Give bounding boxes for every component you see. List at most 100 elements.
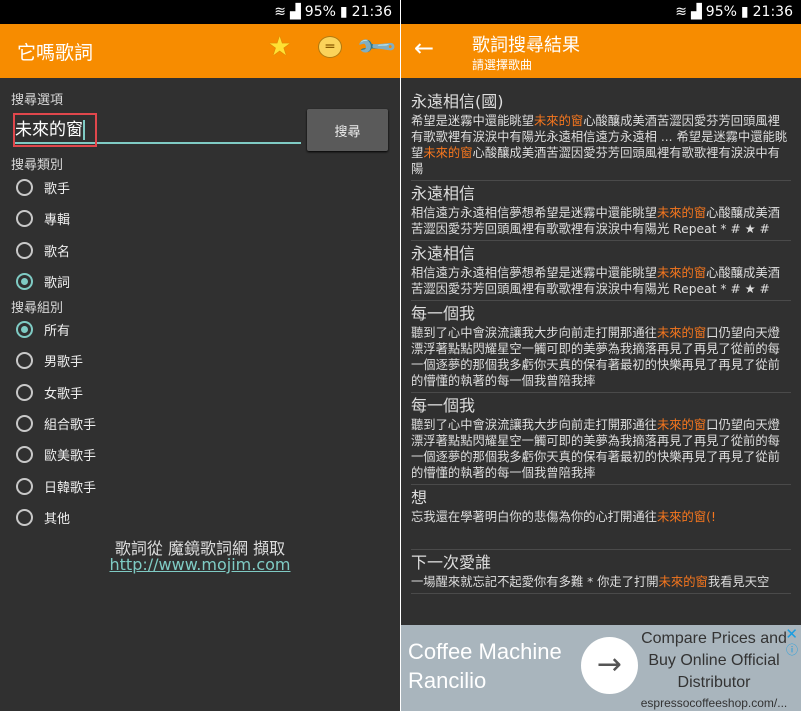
battery-icon: ▮ [339,4,348,20]
snippet-text: 希望是迷霧中還能眺望 [411,114,534,128]
snippet-text: 相信遠方永遠相信夢想希望是迷霧中還能眺望 [411,206,657,220]
radio-cats-3[interactable]: 歌詞 [16,272,70,291]
radio-label: 女歌手 [44,386,84,402]
result-item[interactable]: 永遠相信(國) 希望是迷霧中還能眺望未來的窗心酸釀成美酒苦澀因愛芬芳回頭風裡有歌歌… [411,89,791,181]
radio-label: 男歌手 [44,355,84,371]
radio-circle-icon [16,383,33,401]
radio-label: 歌名 [44,244,71,260]
result-item[interactable]: 想忘我還在學著明白你的悲傷為你的心打開通往未來的窗(! [411,485,791,550]
match-highlight: 未來的窗 [656,326,707,340]
radio-circle-icon [16,241,33,259]
radio-circle-icon [16,272,33,290]
radio-label: 所有 [44,324,71,339]
snippet-text: 聽到了心中會淚流讓我大步向前走打開那通往 [411,326,657,340]
radio-label: 歌詞 [44,275,71,291]
clock: 21:36 [752,4,793,20]
snippet-text: 我看見天空 [707,575,770,589]
radio-label: 歐美歌手 [44,449,97,465]
app-bar: ← 歌詞搜尋結果 請選擇歌曲 [401,24,801,78]
song-title: 每一個我 [411,304,476,323]
radio-cats-1[interactable]: 專輯 [16,209,70,228]
radio-label: 其他 [44,511,71,527]
result-item[interactable]: 每一個我 聽到了心中會淚流讓我大步向前走打開那通往未來的窗口仍望向天燈漂浮著點點閃… [411,393,791,485]
chat-icon[interactable]: ═ [318,36,342,58]
match-highlight: 未來的窗 [656,206,707,220]
wifi-icon: ≋ [274,4,287,20]
radio-cats-0[interactable]: 歌手 [16,178,70,197]
ad-headline: Coffee Machine Rancilio [408,639,562,693]
page-title: 歌詞搜尋結果 [472,35,580,56]
signal-icon: ▟ [290,4,301,20]
match-highlight: 未來的窗 [533,114,584,128]
match-highlight: 未來的窗 [656,418,707,432]
song-title: 每一個我 [411,396,476,415]
radio-label: 歌手 [44,182,71,197]
lyrics-snippet: 一場醒來就忘記不起愛你有多難 * 你走了打開未來的窗我看見天空 [411,574,791,590]
arrow-right-icon[interactable]: → [581,637,638,694]
radio-circle-icon [16,477,33,495]
info-icon[interactable]: ⓘ [786,641,798,658]
ad-banner[interactable]: Coffee Machine Rancilio → Compare Prices… [401,625,801,711]
radio-groups-1[interactable]: 男歌手 [16,351,83,370]
group-label: 搜尋組別 [11,301,64,316]
result-item[interactable]: 永遠相信相信遠方永遠相信夢想希望是迷霧中還能眺望未來的窗心酸釀成美酒苦澀因愛芬芳… [411,181,791,241]
radio-groups-5[interactable]: 日韓歌手 [16,477,96,496]
radio-circle-icon [16,210,33,228]
lyrics-snippet: 相信遠方永遠相信夢想希望是迷霧中還能眺望未來的窗心酸釀成美酒苦澀因愛芬芳回頭風裡… [411,265,791,297]
search-button[interactable]: 搜尋 [307,109,388,151]
radio-circle-icon [16,414,33,432]
lyrics-snippet: 忘我還在學著明白你的悲傷為你的心打開通往未來的窗(! [411,509,791,525]
search-screen: ≋ ▟ 95% ▮ 21:36 它嗎歌詞 ★ ═ 🔧 搜尋選項 未來的窗 搜尋 … [0,0,400,711]
category-label: 搜尋類別 [11,158,64,173]
app-title: 它嗎歌詞 [17,42,94,64]
radio-cats-2[interactable]: 歌名 [16,241,70,260]
page-subtitle: 請選擇歌曲 [472,58,533,72]
song-title: 永遠相信 [411,184,476,203]
radio-circle-icon [16,446,33,464]
radio-groups-0[interactable]: 所有 [16,320,70,339]
back-arrow-icon[interactable]: ← [414,34,434,62]
song-title: 永遠相信 [411,244,476,263]
match-highlight: 未來的窗 [423,146,473,160]
status-bar: ≋ ▟ 95% ▮ 21:36 [0,0,400,24]
radio-circle-icon [16,179,33,196]
snippet-text: 一場醒來就忘記不起愛你有多難 * 你走了打開 [411,575,659,589]
wifi-icon: ≋ [675,4,688,20]
lyrics-snippet: 聽到了心中會淚流讓我大步向前走打開那通往未來的窗口仍望向天燈漂浮著點點閃耀星空一… [411,325,791,389]
star-icon[interactable]: ★ [268,32,291,62]
status-bar: ≋ ▟ 95% ▮ 21:36 [401,0,801,24]
lyrics-snippet: 相信遠方永遠相信夢想希望是迷霧中還能眺望未來的窗心酸釀成美酒苦澀因愛芬芳回頭風裡… [411,205,791,237]
highlight-box [13,113,97,147]
radio-groups-3[interactable]: 組合歌手 [16,414,96,433]
match-highlight: 未來的窗(! [656,510,716,524]
snippet-text: 相信遠方永遠相信夢想希望是迷霧中還能眺望 [411,266,657,280]
radio-circle-icon [16,508,33,526]
match-highlight: 未來的窗 [656,266,707,280]
result-item[interactable]: 永遠相信相信遠方永遠相信夢想希望是迷霧中還能眺望未來的窗心酸釀成美酒苦澀因愛芬芳… [411,241,791,301]
result-item[interactable]: 每一個我聽到了心中會淚流讓我大步向前走打開那通往未來的窗口仍望向天燈漂浮著點點閃… [411,301,791,393]
radio-label: 組合歌手 [44,417,97,433]
signal-icon: ▟ [691,4,702,20]
radio-groups-4[interactable]: 歐美歌手 [16,445,96,464]
ad-body: Compare Prices and Buy Online Official D… [641,630,787,691]
app-bar: 它嗎歌詞 ★ ═ 🔧 [0,24,400,78]
battery-icon: ▮ [740,4,749,20]
results-screen: ≋ ▟ 95% ▮ 21:36 ← 歌詞搜尋結果 請選擇歌曲 永遠相信(國) 希望… [401,0,801,711]
battery-level: 95% [705,4,737,20]
mojim-link[interactable]: http://www.mojim.com [110,555,291,574]
song-title: 永遠相信(國) [411,92,504,111]
result-item[interactable]: 下一次愛誰 一場醒來就忘記不起愛你有多難 * 你走了打開未來的窗我看見天空 [411,550,791,594]
battery-level: 95% [304,4,336,20]
lyrics-snippet: 希望是迷霧中還能眺望未來的窗心酸釀成美酒苦澀因愛芬芳回頭風裡有歌歌裡有淚淚中有陽… [411,113,791,177]
ad-url: espressocoffeeshop.com/... [640,696,788,710]
radio-groups-6[interactable]: 其他 [16,508,70,527]
snippet-text: 聽到了心中會淚流讓我大步向前走打開那通往 [411,418,657,432]
radio-label: 專輯 [44,213,71,229]
wrench-icon[interactable]: 🔧 [355,25,399,69]
radio-circle-icon [16,352,33,370]
match-highlight: 未來的窗 [658,575,708,589]
radio-label: 日韓歌手 [44,480,97,496]
radio-groups-2[interactable]: 女歌手 [16,383,83,402]
radio-circle-icon [16,321,33,338]
snippet-text: 忘我還在學著明白你的悲傷為你的心打開通往 [411,510,657,524]
